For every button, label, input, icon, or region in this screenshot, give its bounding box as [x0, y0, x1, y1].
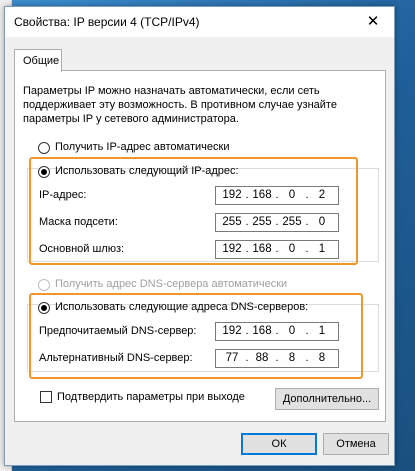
- description-line: параметры IP у сетевого администратора.: [23, 113, 239, 125]
- octet: 2: [318, 189, 326, 201]
- octet: 8: [288, 352, 296, 364]
- octet: 192: [222, 325, 242, 337]
- cancel-button[interactable]: Отмена: [323, 433, 389, 455]
- tab-general[interactable]: Общие: [14, 49, 62, 72]
- title-bar: Свойства: IP версии 4 (TCP/IPv4) ✕: [5, 7, 394, 37]
- ip-manual-radio[interactable]: [38, 166, 50, 178]
- dns-manual-label: Использовать следующие адреса DNS-сервер…: [55, 301, 309, 313]
- octet: 168: [252, 243, 272, 255]
- description-line: Параметры IP можно назначать автоматичес…: [23, 85, 320, 97]
- octet: 255: [282, 216, 302, 228]
- validate-checkbox[interactable]: [40, 391, 52, 403]
- preferred-dns-input[interactable]: 192 . 168 . 0 . 1: [215, 322, 339, 341]
- octet: 8: [318, 352, 326, 364]
- close-icon[interactable]: ✕: [356, 8, 390, 36]
- octet: 0: [288, 325, 296, 337]
- subnet-mask-input[interactable]: 255 . 255 . 255 . 0: [215, 213, 339, 232]
- ip-auto-label: Получить IP-адрес автоматически: [55, 141, 230, 153]
- alternate-dns-label: Альтернативный DNS-сервер:: [39, 352, 193, 364]
- ipv4-properties-dialog: Свойства: IP версии 4 (TCP/IPv4) ✕ Общие…: [4, 6, 395, 466]
- ip-address-input[interactable]: 192 . 168 . 0 . 2: [215, 186, 339, 205]
- octet: 192: [222, 243, 242, 255]
- octet: 0: [288, 243, 296, 255]
- preferred-dns-label: Предпочитаемый DNS-сервер:: [39, 325, 197, 337]
- window-title: Свойства: IP версии 4 (TCP/IPv4): [14, 15, 200, 29]
- subnet-mask-label: Маска подсети:: [39, 216, 118, 228]
- default-gateway-label: Основной шлюз:: [39, 243, 125, 255]
- dns-auto-label: Получить адрес DNS-сервера автоматически: [55, 278, 288, 290]
- octet: 77: [225, 352, 239, 364]
- octet: 0: [318, 216, 326, 228]
- octet: 88: [255, 352, 269, 364]
- octet: 168: [252, 189, 272, 201]
- description-text: Параметры IP можно назначать автоматичес…: [23, 84, 373, 126]
- octet: 255: [222, 216, 242, 228]
- ip-auto-radio[interactable]: [38, 142, 50, 154]
- tab-general-label: Общие: [23, 55, 60, 67]
- ip-address-label: IP-адрес:: [39, 189, 87, 201]
- octet: 168: [252, 325, 272, 337]
- octet: 1: [318, 243, 326, 255]
- alternate-dns-input[interactable]: 77 . 88 . 8 . 8: [215, 349, 339, 368]
- validate-label: Подтвердить параметры при выходе: [57, 391, 245, 403]
- advanced-button[interactable]: Дополнительно...: [275, 388, 379, 410]
- octet: 255: [252, 216, 272, 228]
- octet: 1: [318, 325, 326, 337]
- dns-auto-radio[interactable]: [38, 279, 50, 291]
- dns-manual-radio[interactable]: [38, 302, 50, 314]
- ip-manual-label: Использовать следующий IP-адрес:: [55, 165, 239, 177]
- description-line: поддерживает эту возможность. В противно…: [23, 99, 337, 111]
- octet: 0: [288, 189, 296, 201]
- octet: 192: [222, 189, 242, 201]
- default-gateway-input[interactable]: 192 . 168 . 0 . 1: [215, 240, 339, 259]
- ok-button[interactable]: ОК: [241, 433, 317, 455]
